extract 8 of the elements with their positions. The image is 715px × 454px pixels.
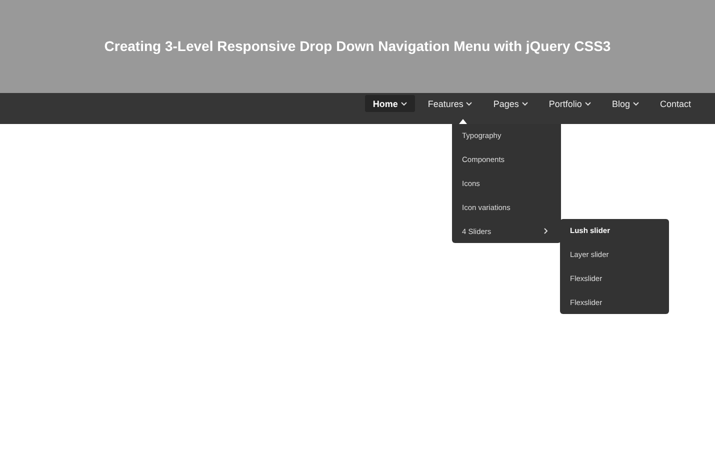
nav-link[interactable]: Pages: [485, 95, 536, 112]
pointer-arrow-icon: [459, 119, 467, 124]
nav-link[interactable]: Portfolio: [540, 95, 599, 112]
nav-link[interactable]: Contact: [652, 95, 699, 112]
nav-link[interactable]: Home: [364, 95, 415, 112]
nav-link[interactable]: Blog: [604, 95, 647, 112]
page-title: Creating 3-Level Responsive Drop Down Navigation Menu with jQuery CSS3: [104, 38, 611, 54]
nav-link[interactable]: Features: [420, 95, 480, 112]
